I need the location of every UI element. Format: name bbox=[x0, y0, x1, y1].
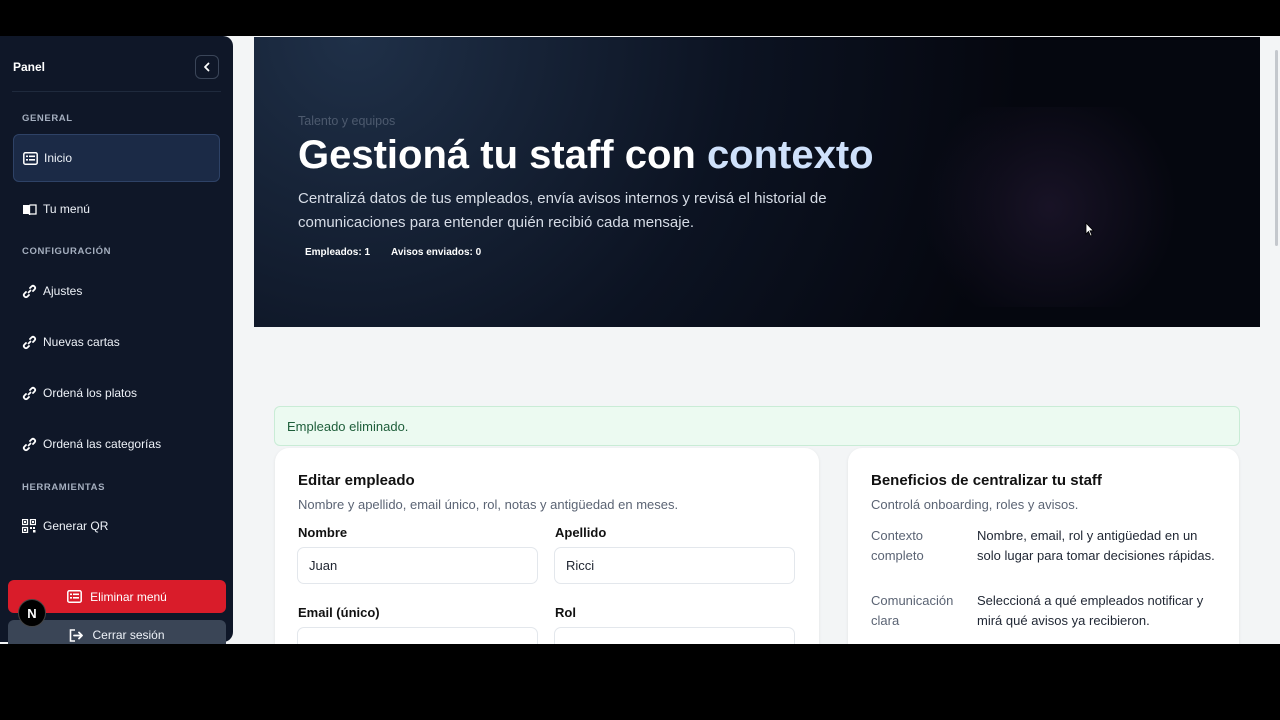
title-main: Gestioná tu staff con bbox=[298, 133, 707, 177]
sidebar-item-ajustes[interactable]: Ajustes bbox=[13, 267, 220, 315]
logout-label: Cerrar sesión bbox=[92, 628, 165, 642]
benefits-card: Beneficios de centralizar tu staff Contr… bbox=[848, 448, 1239, 644]
benefit-key: Contexto completo bbox=[871, 528, 924, 563]
nombre-input[interactable]: Juan bbox=[297, 547, 538, 584]
sidebar-item-generar-qr[interactable]: Generar QR bbox=[13, 502, 220, 550]
edit-card-subtitle: Nombre y apellido, email único, rol, not… bbox=[298, 497, 679, 512]
mouse-cursor-icon bbox=[1085, 222, 1095, 237]
benefits-card-title: Beneficios de centralizar tu staff bbox=[871, 472, 1102, 489]
sidebar-title: Panel bbox=[13, 60, 46, 74]
sidebar-item-tu-menu[interactable]: Tu menú bbox=[13, 185, 220, 233]
hero-eyebrow: Talento y equipos bbox=[298, 114, 396, 128]
section-general: GENERAL bbox=[22, 113, 73, 124]
sidebar-item-label: Ajustes bbox=[43, 284, 83, 298]
link-icon bbox=[21, 283, 37, 299]
hero-banner: Talento y equipos Gestioná tu staff con … bbox=[254, 37, 1260, 327]
title-accent: contexto bbox=[706, 133, 874, 177]
link-icon bbox=[21, 385, 37, 401]
edit-employee-card: Editar empleado Nombre y apellido, email… bbox=[275, 448, 819, 644]
qr-code-icon bbox=[21, 518, 37, 534]
rol-input[interactable] bbox=[554, 627, 795, 644]
section-configuracion: CONFIGURACIÓN bbox=[22, 246, 112, 257]
sidebar-item-label: Ordená las categorías bbox=[43, 437, 162, 451]
sidebar-item-label: Inicio bbox=[44, 151, 73, 165]
benefits-card-subtitle: Controlá onboarding, roles y avisos. bbox=[871, 497, 1079, 512]
section-herramientas: HERRAMIENTAS bbox=[22, 482, 106, 493]
sidebar-item-nuevas-cartas[interactable]: Nuevas cartas bbox=[13, 318, 220, 366]
list-icon bbox=[22, 150, 38, 166]
sidebar: Panel GENERAL Inicio Tu menú CONFIGURACI… bbox=[0, 36, 233, 644]
sidebar-item-inicio[interactable]: Inicio bbox=[13, 134, 220, 182]
label-email: Email (único) bbox=[298, 605, 380, 620]
link-icon bbox=[21, 436, 37, 452]
sidebar-item-ordena-categorias[interactable]: Ordená las categorías bbox=[13, 420, 220, 468]
video-bottom-bar bbox=[0, 644, 1280, 720]
label-rol: Rol bbox=[555, 605, 576, 620]
benefit-value: Seleccioná a qué empleados notificar y m… bbox=[977, 593, 1204, 628]
benefit-value: Nombre, email, rol y antigüedad en un so… bbox=[977, 528, 1215, 563]
sidebar-item-label: Generar QR bbox=[43, 519, 109, 533]
edit-card-title: Editar empleado bbox=[298, 472, 415, 489]
sidebar-item-label: Ordená los platos bbox=[43, 386, 138, 400]
benefit-key: Comunicación clara bbox=[871, 593, 954, 628]
app-screen: Panel GENERAL Inicio Tu menú CONFIGURACI… bbox=[0, 36, 1280, 644]
sidebar-item-label: Nuevas cartas bbox=[43, 335, 120, 349]
list-icon bbox=[67, 590, 83, 603]
delete-menu-label: Eliminar menú bbox=[90, 589, 167, 604]
chevron-left-icon bbox=[204, 62, 210, 72]
link-icon bbox=[21, 334, 37, 350]
label-apellido: Apellido bbox=[555, 525, 607, 540]
label-nombre: Nombre bbox=[298, 525, 348, 540]
success-alert: Empleado eliminado. bbox=[274, 406, 1240, 446]
hero-description: Centralizá datos de tus empleados, envía… bbox=[298, 190, 827, 231]
page-title: Gestioná tu staff con contexto bbox=[298, 133, 874, 178]
logout-icon bbox=[69, 628, 84, 642]
sidebar-item-ordena-platos[interactable]: Ordená los platos bbox=[13, 369, 220, 417]
nextjs-dev-badge[interactable]: N bbox=[18, 599, 46, 627]
collapse-sidebar-button[interactable] bbox=[195, 55, 219, 79]
page-scrollbar[interactable] bbox=[1275, 50, 1278, 246]
stat-notices: Avisos enviados: 0 bbox=[391, 247, 482, 258]
sidebar-header: Panel bbox=[12, 36, 221, 92]
sidebar-item-label: Tu menú bbox=[43, 202, 90, 216]
apellido-input[interactable]: Ricci bbox=[554, 547, 795, 584]
video-top-bar bbox=[0, 0, 1280, 36]
stat-employees: Empleados: 1 bbox=[305, 247, 371, 258]
email-input[interactable] bbox=[297, 627, 538, 644]
book-open-icon bbox=[21, 201, 37, 217]
